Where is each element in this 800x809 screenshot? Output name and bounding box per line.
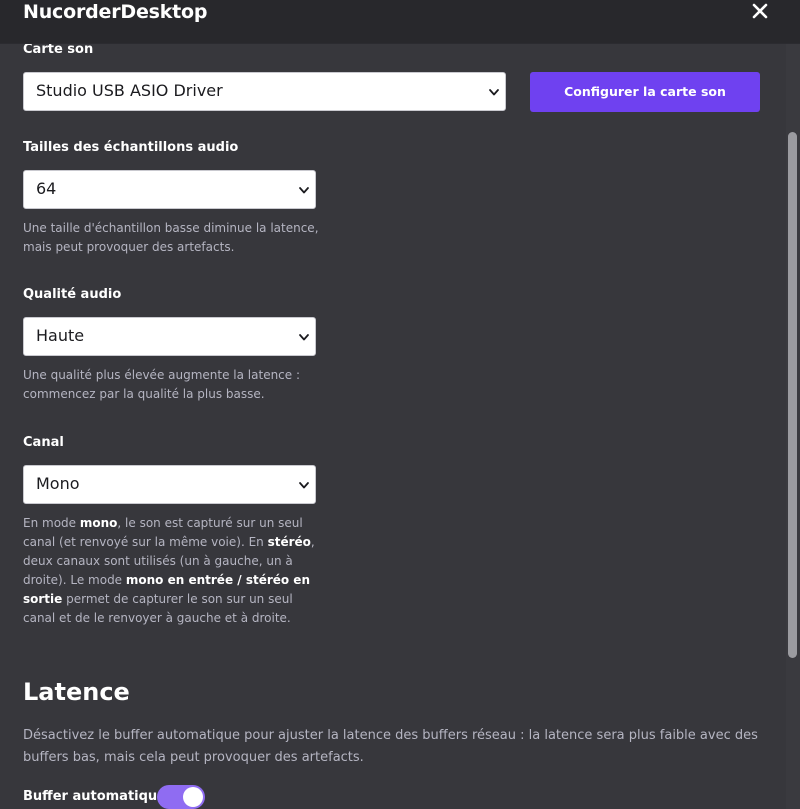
- quality-select-value: Haute: [36, 326, 85, 345]
- soundcard-select[interactable]: Studio USB ASIO Driver: [23, 72, 506, 111]
- quality-hint-line: commencez par la qualité la plus basse.: [23, 387, 265, 401]
- channel-hint: En mode mono, le son est capturé sur un …: [23, 514, 319, 628]
- sample-size-hint: Une taille d'échantillon basse diminue l…: [23, 219, 323, 257]
- title-bar: NucorderDesktop: [0, 0, 800, 44]
- soundcard-select-value: Studio USB ASIO Driver: [36, 81, 223, 100]
- soundcard-label: Carte son: [23, 44, 94, 57]
- channel-hint-text: permet de capturer le son sur un seul ca…: [23, 592, 293, 625]
- channel-label: Canal: [23, 435, 64, 450]
- configure-soundcard-button[interactable]: Configurer la carte son: [530, 72, 760, 112]
- chevron-down-icon: [299, 187, 309, 194]
- latency-section-title: Latence: [23, 678, 130, 706]
- latency-description: Désactivez le buffer automatique pour aj…: [23, 728, 758, 765]
- auto-buffer-toggle[interactable]: [157, 785, 205, 809]
- quality-select[interactable]: Haute: [23, 317, 316, 356]
- channel-hint-mono: mono: [79, 516, 118, 530]
- sample-size-hint-line: mais peut provoquer des artefacts.: [23, 240, 235, 254]
- channel-hint-text: En mode: [23, 516, 80, 530]
- chevron-down-icon: [299, 334, 309, 341]
- channel-hint-stereo: stéréo: [267, 535, 311, 549]
- sample-size-select[interactable]: 64: [23, 170, 316, 209]
- quality-hint: Une qualité plus élevée augmente la late…: [23, 366, 323, 404]
- chevron-down-icon: [489, 89, 499, 96]
- sample-size-hint-line: Une taille d'échantillon basse diminue l…: [23, 221, 319, 235]
- app-title: NucorderDesktop: [23, 1, 208, 23]
- sample-size-select-value: 64: [36, 179, 57, 198]
- close-icon: [752, 3, 768, 19]
- scrollbar-thumb[interactable]: [788, 132, 797, 658]
- close-button[interactable]: [748, 0, 772, 24]
- quality-label: Qualité audio: [23, 287, 122, 302]
- toggle-knob: [183, 787, 203, 807]
- channel-select-value: Mono: [36, 474, 80, 493]
- channel-select[interactable]: Mono: [23, 465, 316, 504]
- chevron-down-icon: [299, 482, 309, 489]
- sample-size-label: Tailles des échantillons audio: [23, 140, 239, 155]
- settings-panel[interactable]: Carte son Studio USB ASIO Driver Configu…: [0, 44, 786, 809]
- auto-buffer-label: Buffer automatique: [23, 789, 166, 804]
- quality-hint-line: Une qualité plus élevée augmente la late…: [23, 368, 301, 382]
